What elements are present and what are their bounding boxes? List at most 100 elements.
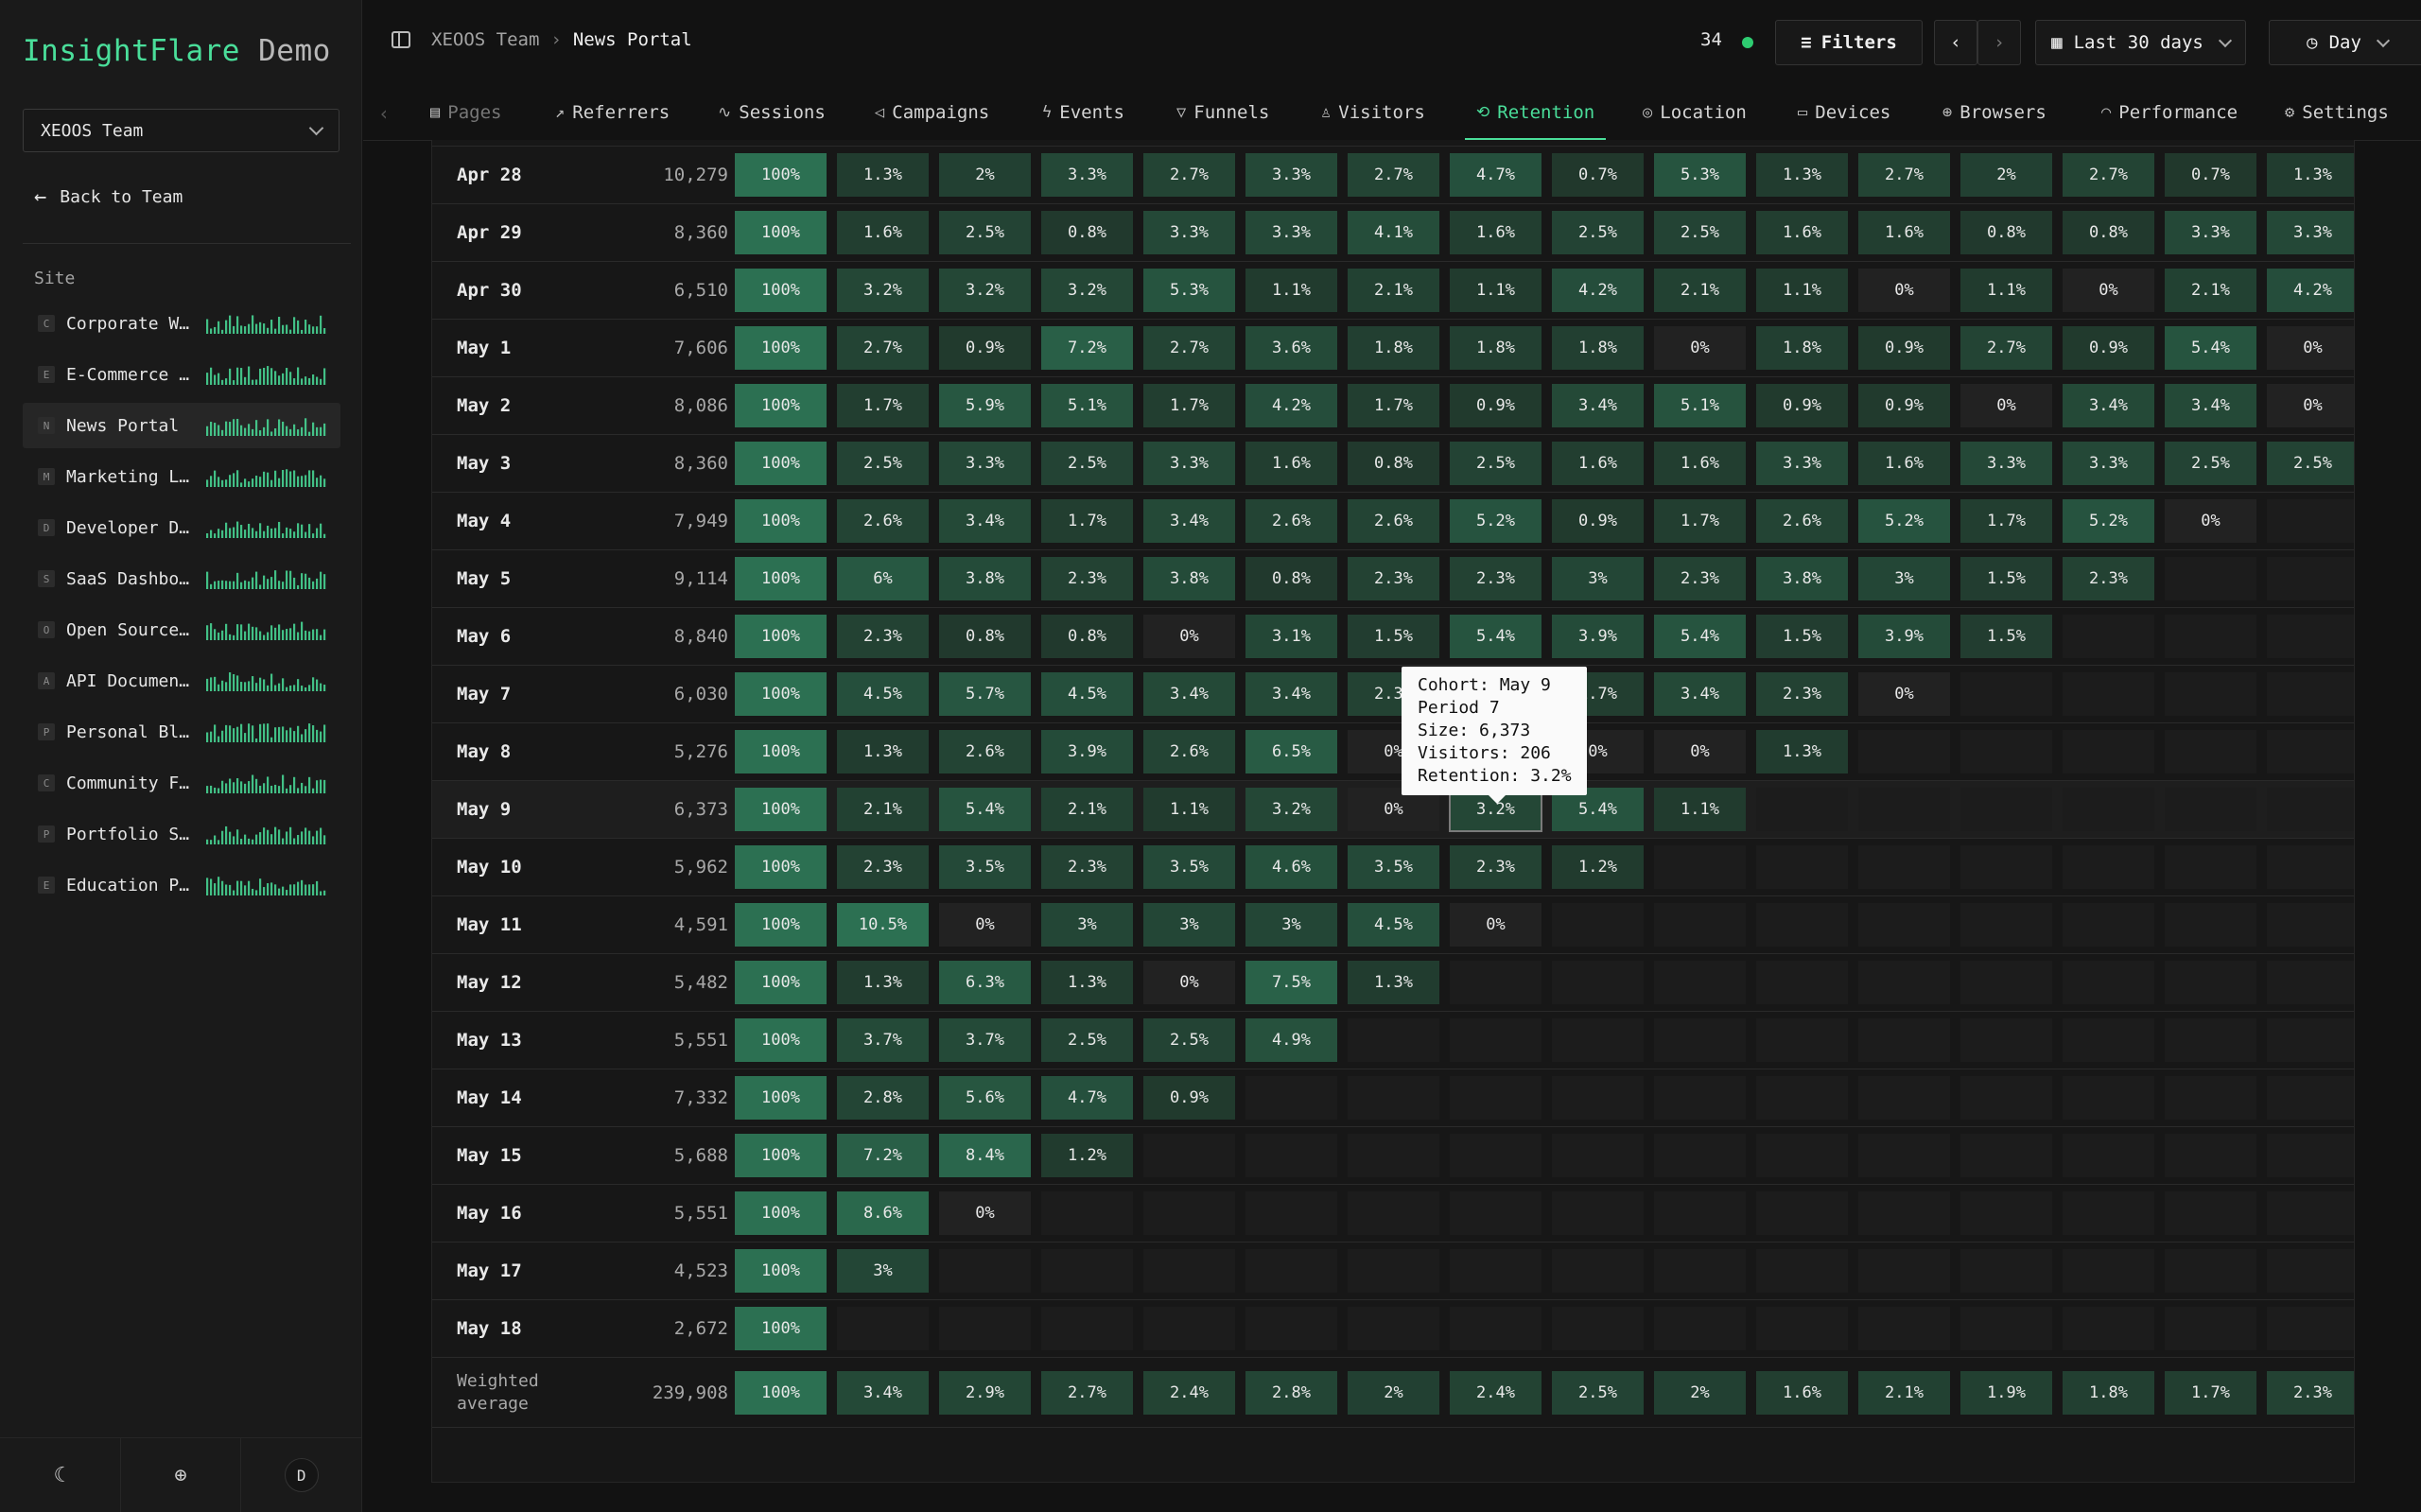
retention-cell[interactable]: 2.4% bbox=[1143, 1371, 1235, 1415]
filters-button[interactable]: ≡ Filters bbox=[1775, 20, 1923, 65]
retention-cell[interactable]: 5.4% bbox=[939, 788, 1031, 831]
retention-cell[interactable]: 3.3% bbox=[1143, 442, 1235, 485]
retention-cell[interactable]: 0% bbox=[2165, 499, 2256, 543]
tab-sessions[interactable]: ∿ Sessions bbox=[718, 85, 826, 140]
sidebar-site-item[interactable]: S SaaS Dashbo… bbox=[23, 556, 340, 601]
retention-cell[interactable]: 8.6% bbox=[837, 1191, 929, 1235]
retention-cell[interactable]: 2.1% bbox=[1654, 269, 1746, 312]
retention-cell[interactable]: 3.8% bbox=[939, 557, 1031, 600]
retention-cell[interactable]: 0.7% bbox=[1552, 153, 1644, 197]
retention-cell[interactable]: 5.7% bbox=[939, 672, 1031, 716]
retention-cell[interactable]: 3.4% bbox=[939, 499, 1031, 543]
retention-cell[interactable]: 1.7% bbox=[1960, 499, 2052, 543]
retention-cell[interactable]: 0% bbox=[1143, 961, 1235, 1004]
retention-cell[interactable]: 2.7% bbox=[1960, 326, 2052, 370]
retention-cell[interactable]: 100% bbox=[735, 1371, 827, 1415]
retention-cell[interactable]: 3.2% bbox=[1245, 788, 1337, 831]
retention-cell[interactable]: 2.3% bbox=[1348, 557, 1439, 600]
retention-cell[interactable]: 1.3% bbox=[2267, 153, 2354, 197]
retention-cell[interactable]: 3.4% bbox=[1552, 384, 1644, 427]
retention-cell[interactable]: 1.6% bbox=[1858, 211, 1950, 254]
retention-cell[interactable]: 5.4% bbox=[2165, 326, 2256, 370]
retention-cell[interactable]: 100% bbox=[735, 326, 827, 370]
retention-cell[interactable]: 0% bbox=[1654, 326, 1746, 370]
tab-settings[interactable]: ⚙ Settings bbox=[2285, 85, 2389, 140]
theme-toggle-button[interactable]: ☾ bbox=[0, 1438, 121, 1512]
retention-cell[interactable]: 1.6% bbox=[1756, 1371, 1848, 1415]
tabs-scroll-left-icon[interactable]: ‹ bbox=[378, 102, 390, 125]
retention-cell[interactable]: 0.9% bbox=[1450, 384, 1541, 427]
retention-cell[interactable]: 4.5% bbox=[1348, 903, 1439, 947]
retention-cell[interactable]: 3.3% bbox=[1041, 153, 1133, 197]
retention-cell[interactable]: 100% bbox=[735, 442, 827, 485]
retention-cell[interactable]: 3.2% bbox=[1041, 269, 1133, 312]
retention-cell[interactable]: 2.6% bbox=[1756, 499, 1848, 543]
retention-cell[interactable]: 3.4% bbox=[1143, 672, 1235, 716]
retention-cell[interactable]: 0.9% bbox=[1858, 384, 1950, 427]
retention-cell[interactable]: 1.7% bbox=[1654, 499, 1746, 543]
retention-cell[interactable]: 1.1% bbox=[1960, 269, 2052, 312]
retention-cell[interactable]: 5.4% bbox=[1654, 615, 1746, 658]
retention-cell[interactable]: 1.6% bbox=[1245, 442, 1337, 485]
retention-cell[interactable]: 2.5% bbox=[1654, 211, 1746, 254]
retention-cell[interactable]: 100% bbox=[735, 499, 827, 543]
tab-events[interactable]: ϟ Events bbox=[1042, 85, 1124, 140]
retention-cell[interactable]: 1.6% bbox=[1450, 211, 1541, 254]
retention-cell[interactable]: 0.9% bbox=[1756, 384, 1848, 427]
retention-cell[interactable]: 3% bbox=[1143, 903, 1235, 947]
retention-cell[interactable]: 3.3% bbox=[1245, 211, 1337, 254]
retention-cell[interactable]: 2.1% bbox=[837, 788, 929, 831]
retention-cell[interactable]: 5.3% bbox=[1143, 269, 1235, 312]
retention-cell[interactable]: 100% bbox=[735, 961, 827, 1004]
retention-cell[interactable]: 5.6% bbox=[939, 1076, 1031, 1120]
retention-cell[interactable]: 2.5% bbox=[2267, 442, 2354, 485]
retention-cell[interactable]: 3.9% bbox=[1552, 615, 1644, 658]
retention-cell[interactable]: 2.7% bbox=[2063, 153, 2154, 197]
retention-cell[interactable]: 5.2% bbox=[1450, 499, 1541, 543]
retention-cell[interactable]: 1.1% bbox=[1245, 269, 1337, 312]
team-select[interactable]: XEOOS Team bbox=[23, 109, 340, 152]
retention-cell[interactable]: 4.7% bbox=[1450, 153, 1541, 197]
retention-cell[interactable]: 5.9% bbox=[939, 384, 1031, 427]
retention-cell[interactable]: 3.3% bbox=[939, 442, 1031, 485]
retention-cell[interactable]: 0.9% bbox=[939, 326, 1031, 370]
retention-cell[interactable]: 0.7% bbox=[2165, 153, 2256, 197]
date-range-button[interactable]: ▦ Last 30 days bbox=[2035, 20, 2246, 65]
sidebar-site-item[interactable]: O Open Source… bbox=[23, 607, 340, 652]
retention-cell[interactable]: 2.6% bbox=[1348, 499, 1439, 543]
retention-cell[interactable]: 2.5% bbox=[939, 211, 1031, 254]
retention-cell[interactable]: 1.3% bbox=[837, 153, 929, 197]
sidebar-site-item[interactable]: P Personal Bl… bbox=[23, 709, 340, 755]
retention-cell[interactable]: 100% bbox=[735, 1076, 827, 1120]
sidebar-toggle-icon[interactable] bbox=[392, 31, 410, 48]
retention-cell[interactable]: 1.1% bbox=[1756, 269, 1848, 312]
retention-cell[interactable]: 100% bbox=[735, 672, 827, 716]
retention-cell[interactable]: 2.7% bbox=[1041, 1371, 1133, 1415]
retention-cell[interactable]: 5.4% bbox=[1450, 615, 1541, 658]
retention-cell[interactable]: 0% bbox=[1858, 672, 1950, 716]
retention-cell[interactable]: 1.6% bbox=[837, 211, 929, 254]
retention-cell[interactable]: 100% bbox=[735, 269, 827, 312]
retention-cell[interactable]: 100% bbox=[735, 1018, 827, 1062]
retention-cell[interactable]: 1.8% bbox=[2063, 1371, 2154, 1415]
retention-cell[interactable]: 0% bbox=[1858, 269, 1950, 312]
retention-cell[interactable]: 2.3% bbox=[1756, 672, 1848, 716]
retention-cell[interactable]: 5.3% bbox=[1654, 153, 1746, 197]
retention-cell[interactable]: 10.5% bbox=[837, 903, 929, 947]
retention-cell[interactable]: 100% bbox=[735, 903, 827, 947]
tab-browsers[interactable]: ⊕ Browsers bbox=[1942, 85, 2047, 140]
retention-cell[interactable]: 1.5% bbox=[1960, 615, 2052, 658]
tab-devices[interactable]: ▭ Devices bbox=[1798, 85, 1890, 140]
sidebar-site-item[interactable]: E Education P… bbox=[23, 862, 340, 908]
retention-cell[interactable]: 4.2% bbox=[2267, 269, 2354, 312]
retention-cell[interactable]: 100% bbox=[735, 845, 827, 889]
sidebar-site-item[interactable]: C Community F… bbox=[23, 760, 340, 806]
retention-cell[interactable]: 0.8% bbox=[1041, 211, 1133, 254]
retention-cell[interactable]: 3.5% bbox=[1348, 845, 1439, 889]
retention-cell[interactable]: 1.3% bbox=[1756, 153, 1848, 197]
retention-cell[interactable]: 2.8% bbox=[837, 1076, 929, 1120]
retention-cell[interactable]: 2.8% bbox=[1245, 1371, 1337, 1415]
retention-cell[interactable]: 1.7% bbox=[2165, 1371, 2256, 1415]
retention-cell[interactable]: 2.1% bbox=[1348, 269, 1439, 312]
retention-cell[interactable]: 2.7% bbox=[837, 326, 929, 370]
